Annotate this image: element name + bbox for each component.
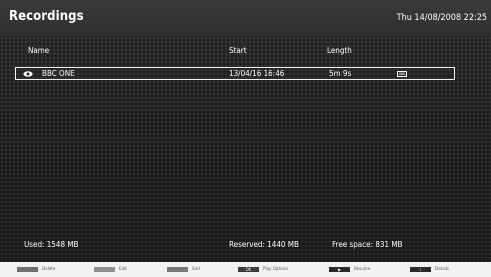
info-button-icon: i [410, 267, 431, 272]
legend-details[interactable]: i Details [410, 266, 449, 273]
recording-name: BBC ONE [42, 69, 75, 78]
reserved-space: Reserved: 1440 MB [229, 240, 299, 249]
title-bar: Recordings Thu 14/08/2008 22:25 [0, 0, 491, 36]
column-header-length: Length [327, 46, 352, 55]
red-button-icon [17, 267, 38, 272]
button-legend: Delete Edit Sort OK Play Options ▶ Resum… [0, 262, 491, 277]
yellow-button-icon [167, 267, 188, 272]
legend-edit[interactable]: Edit [94, 266, 127, 273]
recording-row[interactable]: BBC ONE 13/04/16 16:46 5m 9s [15, 67, 455, 80]
legend-sort[interactable]: Sort [167, 266, 200, 273]
used-space: Used: 1548 MB [24, 240, 79, 249]
legend-label: Edit [119, 267, 127, 272]
legend-resume[interactable]: ▶ Resume [329, 266, 370, 273]
legend-label: Play Options [263, 267, 289, 272]
legend-delete[interactable]: Delete [17, 266, 55, 273]
legend-label: Resume [354, 267, 371, 272]
legend-label: Sort [192, 267, 201, 272]
play-button-icon: ▶ [329, 267, 350, 272]
recording-length: 5m 9s [329, 69, 352, 78]
recording-start: 13/04/16 16:46 [229, 69, 285, 78]
eye-icon [23, 71, 33, 77]
recordings-screen: Recordings Thu 14/08/2008 22:25 Name Sta… [0, 0, 491, 262]
green-button-icon [94, 267, 115, 272]
column-header-name: Name [28, 46, 50, 55]
column-header-start: Start [229, 46, 247, 55]
page-title: Recordings [9, 9, 84, 24]
free-space: Free space: 831 MB [332, 240, 403, 249]
legend-label: Delete [42, 267, 56, 272]
legend-label: Details [435, 267, 450, 272]
date-time: Thu 14/08/2008 22:25 [396, 13, 487, 23]
document-icon [397, 71, 407, 77]
legend-play-options[interactable]: OK Play Options [238, 266, 288, 273]
ok-button-icon: OK [238, 267, 259, 272]
